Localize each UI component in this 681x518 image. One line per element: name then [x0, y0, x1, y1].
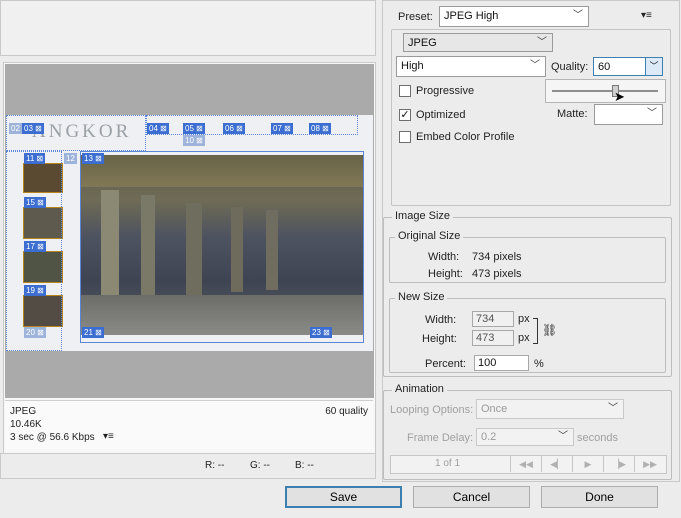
- color-readout-strip: R: -- G: -- B: --: [0, 453, 376, 479]
- frame-delay-label: Frame Delay:: [407, 432, 474, 444]
- slice-tag-12[interactable]: 12: [64, 153, 77, 164]
- slice-tag-11[interactable]: 11 ⊠: [24, 153, 46, 164]
- info-quality: 60 quality: [325, 406, 368, 417]
- info-download-time: 3 sec @ 56.6 Kbps: [10, 432, 95, 443]
- preview-canvas[interactable]: ANGKOR 02 03 ⊠ 04 ⊠ 05 ⊠ 06 ⊠ 07 ⊠ 08 ⊠ …: [5, 64, 374, 398]
- new-width-input[interactable]: 734: [472, 311, 514, 327]
- preview-info: JPEG 10.46K 3 sec @ 56.6 Kbps ▾≡ 60 qual…: [5, 400, 373, 449]
- next-frame-icon[interactable]: ▕▶: [603, 456, 634, 472]
- prev-frame-icon[interactable]: ◀▏: [541, 456, 572, 472]
- preset-menu-icon[interactable]: ▾≡: [641, 10, 652, 21]
- settings-panel: Preset: JPEG High ﹀ ▾≡ JPEG ﹀ High ﹀ Qualit…: [382, 0, 680, 482]
- frame-counter: 1 of 1: [435, 458, 461, 469]
- matte-select[interactable]: ﹀: [594, 104, 663, 125]
- quality-level-select[interactable]: High ﹀: [396, 56, 546, 77]
- readout-g: G: --: [250, 460, 270, 471]
- slice-tag-08[interactable]: 08 ⊠: [309, 123, 331, 134]
- slice-tag-02[interactable]: 02: [9, 123, 22, 134]
- first-frame-icon[interactable]: ◀◀: [510, 456, 541, 472]
- original-height-value: 473 pixels: [472, 268, 522, 280]
- slice-tag-06[interactable]: 06 ⊠: [223, 123, 245, 134]
- info-size: 10.46K: [10, 419, 42, 430]
- slice-tag-21[interactable]: 21 ⊠: [82, 327, 104, 338]
- frame-delay-unit: seconds: [577, 432, 618, 444]
- new-height-label: Height:: [422, 333, 457, 345]
- progressive-label[interactable]: Progressive: [416, 85, 474, 97]
- preset-select[interactable]: JPEG High ﹀: [439, 6, 589, 27]
- embed-profile-label[interactable]: Embed Color Profile: [416, 131, 514, 143]
- original-size-group: Original Size Width: 734 pixels Height: …: [389, 230, 666, 283]
- looping-select[interactable]: Once ﹀: [476, 399, 624, 419]
- quality-label: Quality:: [551, 61, 589, 73]
- chevron-down-icon[interactable]: ﹀: [645, 58, 662, 75]
- new-size-title: New Size: [395, 291, 448, 303]
- percent-unit: %: [534, 358, 544, 370]
- save-button[interactable]: Save: [285, 486, 402, 508]
- original-size-title: Original Size: [395, 230, 464, 242]
- progressive-checkbox[interactable]: [399, 85, 411, 97]
- quality-input[interactable]: 60 ﹀: [593, 57, 663, 76]
- top-left-blank: [0, 0, 376, 56]
- new-height-unit: px: [518, 332, 530, 344]
- slice-tag-04[interactable]: 04 ⊠: [147, 123, 169, 134]
- animation-group: Animation Looping Options: Once ﹀ Frame D…: [383, 383, 672, 480]
- slice-tag-13[interactable]: 13 ⊠: [82, 153, 104, 164]
- matte-label: Matte:: [557, 108, 588, 120]
- percent-label: Percent:: [425, 358, 466, 370]
- slice-tag-03[interactable]: 03 ⊠: [22, 123, 44, 134]
- original-width-value: 734 pixels: [472, 251, 522, 263]
- slice-tag-05[interactable]: 05 ⊠: [183, 123, 205, 134]
- slice-tag-10[interactable]: 10 ⊠: [183, 135, 205, 146]
- quality-slider[interactable]: ➤: [545, 79, 666, 104]
- play-icon[interactable]: ▶: [572, 456, 603, 472]
- chevron-down-icon: ﹀: [608, 403, 618, 414]
- frame-delay-select[interactable]: 0.2 ﹀: [476, 428, 574, 446]
- format-group: JPEG ﹀ High ﹀ Quality: 60 ﹀ ➤ Progressive …: [391, 29, 671, 206]
- chain-link-icon[interactable]: ⛓: [542, 323, 557, 337]
- preview-panel: ANGKOR 02 03 ⊠ 04 ⊠ 05 ⊠ 06 ⊠ 07 ⊠ 08 ⊠ …: [3, 62, 376, 460]
- cursor-arrow-icon: ➤: [614, 89, 625, 104]
- chevron-down-icon: ﹀: [558, 431, 568, 442]
- image-size-title: Image Size: [392, 210, 454, 222]
- slice-tag-07[interactable]: 07 ⊠: [271, 123, 293, 134]
- animation-title: Animation: [392, 383, 447, 395]
- chevron-down-icon: ﹀: [573, 10, 583, 21]
- info-format: JPEG: [10, 406, 37, 417]
- slice-tag-23[interactable]: 23 ⊠: [310, 327, 332, 338]
- optimized-checkbox[interactable]: ✓: [399, 109, 411, 121]
- constrain-bracket: [533, 318, 538, 344]
- chevron-down-icon: ﹀: [530, 60, 540, 71]
- format-select[interactable]: JPEG ﹀: [403, 33, 553, 52]
- new-height-input[interactable]: 473: [472, 330, 514, 346]
- info-menu-icon[interactable]: ▾≡: [103, 431, 114, 442]
- slice-tag-15[interactable]: 15 ⊠: [24, 197, 46, 208]
- slice-tag-19[interactable]: 19 ⊠: [24, 285, 46, 296]
- original-width-label: Width:: [428, 251, 460, 263]
- slice-tag-17[interactable]: 17 ⊠: [24, 241, 46, 252]
- looping-label: Looping Options:: [390, 404, 474, 416]
- original-height-label: Height:: [428, 268, 463, 280]
- preview-image[interactable]: ANGKOR 02 03 ⊠ 04 ⊠ 05 ⊠ 06 ⊠ 07 ⊠ 08 ⊠ …: [6, 115, 373, 351]
- new-width-label: Width:: [425, 314, 457, 326]
- chevron-down-icon: ﹀: [537, 37, 547, 48]
- embed-profile-checkbox[interactable]: [399, 131, 411, 143]
- percent-input[interactable]: 100: [474, 355, 529, 371]
- chevron-down-icon: ﹀: [647, 108, 657, 119]
- readout-r: R: --: [205, 460, 225, 471]
- optimized-label[interactable]: Optimized: [416, 109, 466, 121]
- preset-label: Preset:: [398, 11, 433, 23]
- frame-nav-bar: 1 of 1 ◀◀ ◀▏ ▶ ▕▶ ▶▶: [390, 455, 667, 474]
- cancel-button[interactable]: Cancel: [413, 486, 530, 508]
- slice-tag-20[interactable]: 20 ⊠: [24, 327, 46, 338]
- last-frame-icon[interactable]: ▶▶: [634, 456, 665, 472]
- image-size-group: Image Size Original Size Width: 734 pixe…: [383, 210, 672, 377]
- new-width-unit: px: [518, 313, 530, 325]
- readout-b: B: --: [295, 460, 314, 471]
- done-button[interactable]: Done: [541, 486, 658, 508]
